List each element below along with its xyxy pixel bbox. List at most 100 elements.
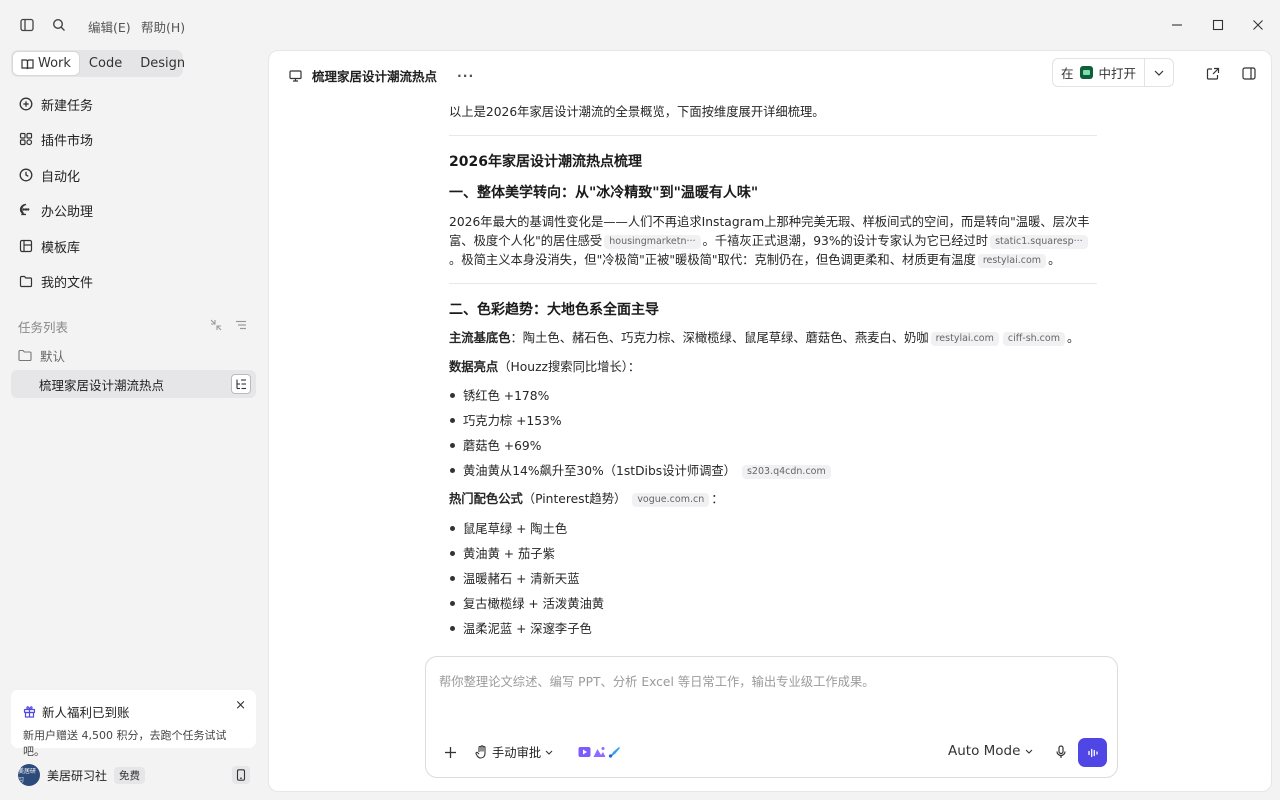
- approval-mode-dropdown[interactable]: 手动审批: [475, 743, 553, 761]
- mode-label-work: Work: [38, 56, 71, 71]
- mode-switcher: Work Code Design: [11, 50, 185, 77]
- section1-paragraph: 2026年最大的基调性变化是——人们不再追求Instagram上那种完美无瑕、样…: [449, 213, 1097, 270]
- list-item: 温柔泥蓝 + 深邃李子色: [449, 619, 592, 637]
- brush-icon: [608, 746, 621, 758]
- template-icon: [18, 239, 33, 254]
- sidebar-item-label: 新建任务: [41, 98, 94, 114]
- book-icon: [21, 58, 34, 70]
- data-highlights-text: （Houzz搜索同比增长）：: [498, 360, 641, 374]
- auto-mode-dropdown[interactable]: Auto Mode: [948, 743, 1033, 759]
- phone-icon[interactable]: [232, 766, 250, 784]
- data-highlights-label: 数据亮点: [449, 360, 499, 374]
- new-task-icon: [18, 97, 33, 112]
- voice-input-button[interactable]: [1078, 738, 1107, 767]
- doc-title: 2026年家居设计潮流热点梳理: [449, 154, 642, 170]
- open-in-label: 中打开: [1098, 66, 1137, 81]
- section1-heading: 一、整体美学转向：从"冰冷精致"到"温暖有人味": [449, 185, 759, 201]
- more-options-button[interactable]: ···: [457, 68, 474, 83]
- list-item: 黄油黄从14%飙升至30%（1stDibs设计师调查） s203.q4cdn.co…: [449, 461, 833, 479]
- plan-badge: 免费: [114, 766, 146, 784]
- citation-chip[interactable]: housingmarketn···: [604, 235, 701, 249]
- mode-tab-code[interactable]: Code: [81, 52, 130, 75]
- promo-card[interactable]: 新人福利已到账 新用户赠送 4,500 积分，去跑个任务试试吧。 ×: [11, 690, 256, 758]
- promo-subtitle: 新用户赠送 4,500 积分，去跑个任务试试吧。: [23, 729, 227, 758]
- folder-label: 默认: [40, 349, 66, 364]
- sidebar-item-new-task[interactable]: 新建任务: [18, 93, 93, 115]
- user-profile[interactable]: 美居研习 美居研习社 免费: [18, 764, 146, 786]
- maximize-icon[interactable]: [1206, 13, 1230, 37]
- panel-toggle-icon[interactable]: [1238, 62, 1260, 84]
- task-item-active[interactable]: 梳理家居设计潮流热点: [11, 370, 256, 398]
- sidebar-item-templates[interactable]: 模板库: [18, 235, 80, 257]
- base-colors-text: ：陶土色、赭石色、巧克力棕、深橄榄绿、鼠尾草绿、蘑菇色、燕麦白、奶咖: [510, 331, 929, 345]
- monitor-icon: [289, 69, 302, 82]
- page-title: 梳理家居设计潮流热点: [312, 69, 438, 84]
- citation-chip[interactable]: static1.squaresp···: [990, 235, 1088, 249]
- promo-header: 新人福利已到账: [23, 702, 244, 721]
- list-item: 巧克力棕 +153%: [449, 411, 562, 429]
- share-icon[interactable]: [1202, 62, 1224, 84]
- folder-icon: [18, 274, 33, 289]
- chevron-down-icon: [1025, 749, 1033, 754]
- microphone-icon[interactable]: [1053, 743, 1069, 761]
- collapse-icon[interactable]: [208, 317, 224, 333]
- section2-heading: 二、色彩趋势：大地色系全面主导: [449, 302, 659, 318]
- paragraph-text: 。: [1048, 253, 1061, 267]
- sidebar-toggle-icon[interactable]: [15, 13, 39, 37]
- clock-icon: [18, 168, 33, 183]
- user-name: 美居研习社: [47, 768, 108, 783]
- sidebar-item-assistant[interactable]: 办公助理: [18, 199, 93, 221]
- menu-edit[interactable]: 编辑(E): [88, 17, 131, 36]
- task-list-title: 任务列表: [18, 320, 69, 335]
- chat-composer[interactable]: 帮你整理论文综述、编写 PPT、分析 Excel 等日常工作，输出专业级工作成果…: [425, 656, 1118, 778]
- list-item: 黄油黄 + 茄子紫: [449, 544, 555, 562]
- avatar: 美居研习: [18, 764, 40, 786]
- open-in-prefix: 在: [1061, 66, 1074, 81]
- citation-chip[interactable]: vogue.com.cn: [632, 493, 710, 507]
- color-combo-line: 热门配色公式（Pinterest趋势） vogue.com.cn：: [449, 490, 724, 509]
- close-window-icon[interactable]: [1246, 13, 1270, 37]
- citation-chip[interactable]: restylai.com: [977, 254, 1047, 268]
- color-combo-text: （Pinterest趋势）: [522, 492, 627, 506]
- chevron-down-icon: [545, 750, 553, 755]
- citation-chip[interactable]: ciff-sh.com: [1002, 332, 1065, 346]
- list-item: 鼠尾草绿 + 陶土色: [449, 519, 567, 537]
- chevron-down-icon[interactable]: [1145, 59, 1173, 86]
- outline-icon[interactable]: [231, 374, 251, 394]
- minimize-icon[interactable]: [1165, 13, 1189, 37]
- sidebar-item-label: 办公助理: [41, 204, 94, 220]
- sidebar-item-label: 我的文件: [41, 275, 94, 291]
- search-icon[interactable]: [47, 13, 71, 37]
- divider: [449, 283, 1097, 284]
- mode-tab-work[interactable]: Work: [13, 52, 79, 75]
- sidebar-item-files[interactable]: 我的文件: [18, 270, 93, 292]
- color-combo-label: 热门配色公式: [449, 492, 523, 506]
- menu-help[interactable]: 帮助(H): [141, 17, 185, 36]
- folder-icon: [18, 349, 32, 362]
- sidebar-item-label: 插件市场: [41, 133, 94, 149]
- citation-chip[interactable]: restylai.com: [930, 332, 999, 346]
- list-item: 复古橄榄绿 + 活泼黄油黄: [449, 594, 604, 612]
- open-in-button[interactable]: 在 中打开: [1053, 59, 1146, 86]
- gift-icon: [23, 705, 36, 718]
- base-colors-end: 。: [1066, 331, 1080, 345]
- media-tools[interactable]: [573, 741, 625, 763]
- add-attachment-icon[interactable]: [441, 743, 459, 761]
- hand-icon: [475, 745, 488, 759]
- promo-title: 新人福利已到账: [42, 705, 130, 720]
- paragraph-text: 。极简主义本身没消失，但"冷极简"正被"暖极简"取代：克制仍在，但色调更柔和、材…: [449, 253, 976, 267]
- sidebar-item-automation[interactable]: 自动化: [18, 164, 80, 186]
- auto-mode-label: Auto Mode: [948, 743, 1021, 759]
- sidebar-item-plugins[interactable]: 插件市场: [18, 128, 93, 150]
- sidebar-item-label: 模板库: [41, 240, 81, 256]
- task-folder-default[interactable]: 默认: [18, 346, 65, 365]
- filter-icon[interactable]: [233, 317, 249, 333]
- divider: [449, 135, 1097, 136]
- sidebar-item-label: 自动化: [41, 169, 81, 185]
- mode-tab-design[interactable]: Design: [132, 52, 193, 75]
- app-icon: [1079, 66, 1093, 79]
- close-icon[interactable]: ×: [235, 698, 246, 713]
- plugin-icon: [18, 132, 33, 147]
- composer-input[interactable]: 帮你整理论文综述、编写 PPT、分析 Excel 等日常工作，输出专业级工作成果…: [439, 672, 875, 690]
- citation-chip[interactable]: s203.q4cdn.com: [741, 465, 831, 479]
